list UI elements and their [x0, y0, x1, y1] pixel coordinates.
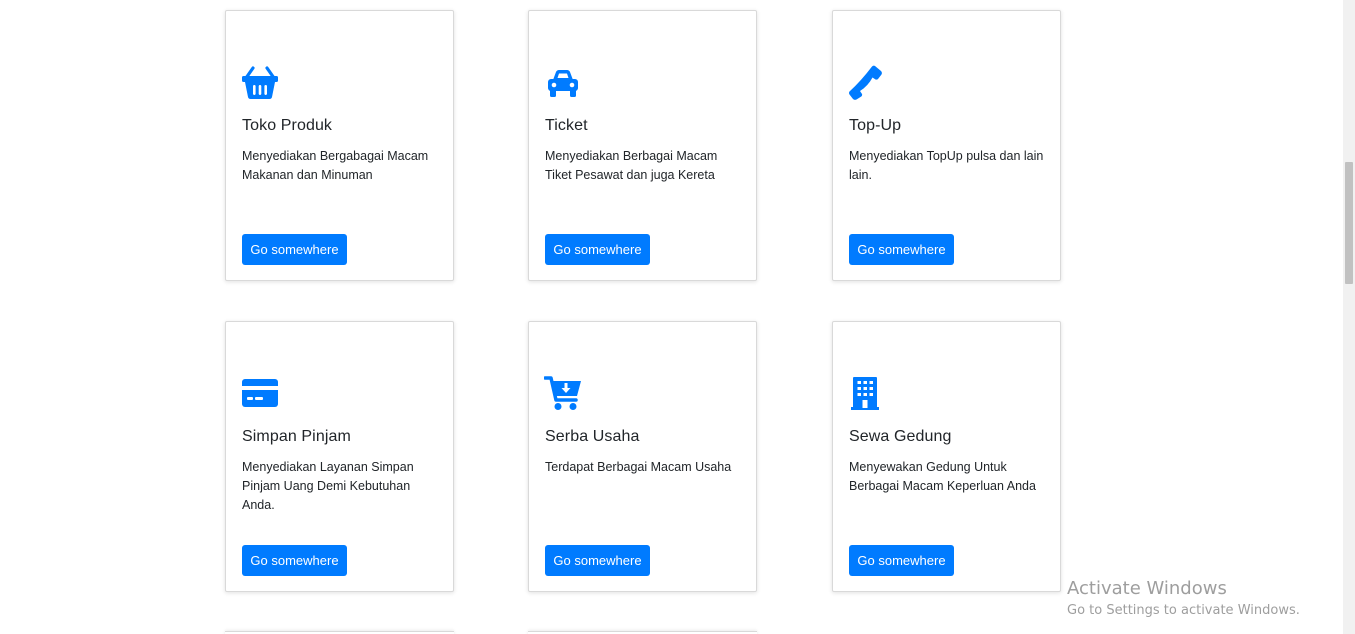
card-title: Serba Usaha	[545, 428, 640, 445]
card-title: Sewa Gedung	[849, 428, 952, 445]
card-title: Toko Produk	[242, 117, 333, 134]
go-somewhere-button[interactable]: Go somewhere	[545, 545, 650, 576]
card-serba-usaha: Serba Usaha Terdapat Berbagai Macam Usah…	[528, 321, 757, 592]
card-sewa-gedung: Sewa Gedung Menyewakan Gedung Untuk Berb…	[832, 321, 1061, 592]
credit-card-icon	[241, 375, 279, 411]
card-simpan-pinjam: Simpan Pinjam Menyediakan Layanan Simpan…	[225, 321, 454, 592]
go-somewhere-button[interactable]: Go somewhere	[545, 234, 650, 265]
card-toko-produk: Toko Produk Menyediakan Bergabagai Macam…	[225, 10, 454, 281]
card-text: Menyediakan Layanan Simpan Pinjam Uang D…	[242, 460, 414, 512]
go-somewhere-button[interactable]: Go somewhere	[849, 545, 954, 576]
vertical-scrollbar[interactable]	[1343, 0, 1355, 634]
activation-watermark: Activate Windows Go to Settings to activ…	[1067, 578, 1300, 620]
card-text: Terdapat Berbagai Macam Usaha	[545, 460, 732, 474]
car-icon	[544, 64, 582, 100]
card-ticket: Ticket Menyediakan Berbagai Macam Tiket …	[528, 10, 757, 281]
card-title: Simpan Pinjam	[242, 428, 351, 445]
card-text: Menyewakan Gedung Untuk Berbagai Macam K…	[849, 460, 1036, 493]
card-top-up: Top-Up Menyediakan TopUp pulsa dan lain …	[832, 10, 1061, 281]
building-icon	[848, 375, 886, 411]
scrollbar-thumb[interactable]	[1345, 162, 1353, 284]
page: Toko Produk Menyediakan Bergabagai Macam…	[0, 0, 1355, 634]
phone-icon	[848, 64, 886, 100]
cart-arrow-down-icon	[544, 375, 582, 411]
card-text: Menyediakan Bergabagai Macam Makanan dan…	[242, 149, 429, 182]
go-somewhere-button[interactable]: Go somewhere	[242, 234, 347, 265]
watermark-subtitle: Go to Settings to activate Windows.	[1067, 603, 1300, 618]
watermark-title: Activate Windows	[1067, 578, 1227, 599]
go-somewhere-button[interactable]: Go somewhere	[242, 545, 347, 576]
go-somewhere-button[interactable]: Go somewhere	[849, 234, 954, 265]
shopping-basket-icon	[241, 64, 279, 100]
card-text: Menyediakan Berbagai Macam Tiket Pesawat…	[545, 149, 718, 182]
card-text: Menyediakan TopUp pulsa dan lain lain.	[849, 149, 1044, 182]
card-title: Ticket	[545, 117, 588, 134]
card-title: Top-Up	[849, 117, 902, 134]
